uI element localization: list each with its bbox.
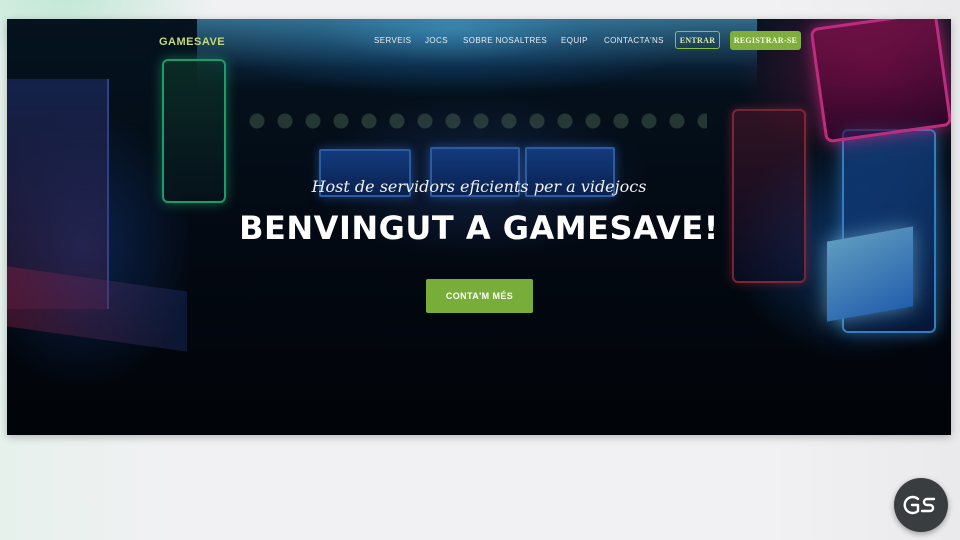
brand-logo[interactable]: GAMESAVE [159, 36, 225, 48]
gamesave-logo-icon [894, 478, 948, 532]
nav-link-contactans[interactable]: CONTACTA'NS [604, 36, 664, 45]
website-screenshot: GAMESAVE SERVEIS JOCS SOBRE NOSALTRES EQ… [7, 19, 951, 435]
login-button[interactable]: ENTRAR [675, 31, 720, 49]
register-button[interactable]: REGISTRAR-SE [730, 31, 801, 50]
navbar: GAMESAVE SERVEIS JOCS SOBRE NOSALTRES EQ… [7, 19, 951, 65]
nav-link-serveis[interactable]: SERVEIS [374, 36, 411, 45]
nav-link-sobre-nosaltres[interactable]: SOBRE NOSALTRES [463, 36, 547, 45]
nav-link-equip[interactable]: EQUIP [561, 36, 588, 45]
hero-title: BENVINGUT A GAMESAVE! [239, 209, 719, 247]
nav-link-jocs[interactable]: JOCS [425, 36, 448, 45]
gs-logo-glyph [903, 495, 936, 515]
hero-subtitle: Host de servidors eficients per a videjo… [311, 177, 647, 196]
learn-more-button[interactable]: CONTA'M MÉS [426, 279, 533, 313]
